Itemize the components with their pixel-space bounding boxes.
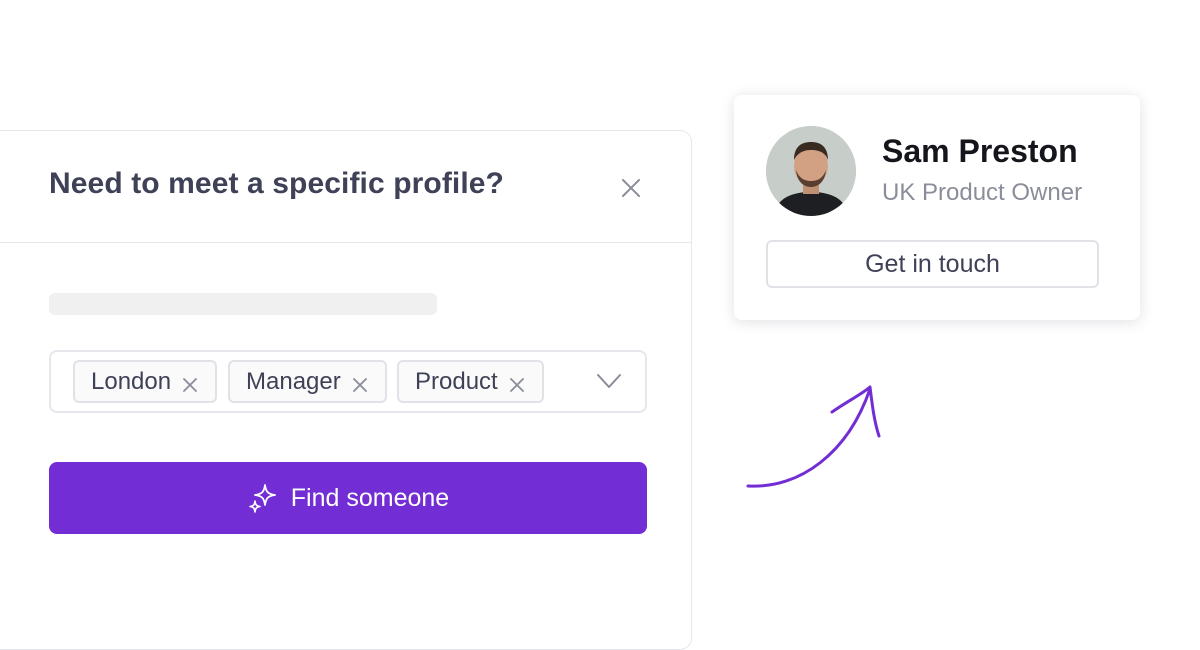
find-button-label: Find someone bbox=[290, 483, 450, 512]
loading-placeholder bbox=[49, 293, 437, 315]
remove-tag-icon[interactable] bbox=[508, 373, 526, 392]
profile-card: Sam Preston UK Product Owner Get in touc… bbox=[734, 95, 1140, 320]
tag-select-input[interactable]: London Manager Product bbox=[49, 350, 647, 413]
tag-label: Manager bbox=[246, 367, 341, 395]
panel-title: Need to meet a specific profile? bbox=[49, 167, 504, 200]
chevron-down-icon[interactable] bbox=[595, 371, 623, 391]
tag-label: London bbox=[91, 367, 172, 395]
find-someone-button[interactable]: Find someone bbox=[49, 462, 647, 534]
curved-arrow-icon bbox=[746, 385, 881, 488]
remove-tag-icon[interactable] bbox=[351, 373, 369, 392]
get-in-touch-button[interactable]: Get in touch bbox=[766, 240, 1099, 288]
close-icon[interactable] bbox=[618, 175, 644, 201]
sparkle-icon bbox=[247, 482, 279, 514]
tag-chip-london: London bbox=[73, 360, 218, 403]
profile-name: Sam Preston bbox=[882, 133, 1078, 169]
remove-tag-icon[interactable] bbox=[181, 373, 199, 392]
panel-header: Need to meet a specific profile? bbox=[0, 131, 691, 243]
profile-role: UK Product Owner bbox=[882, 179, 1083, 206]
avatar bbox=[766, 126, 856, 216]
profile-search-panel: Need to meet a specific profile? London … bbox=[0, 130, 692, 650]
tag-chip-product: Product bbox=[397, 360, 544, 403]
tag-label: Product bbox=[415, 367, 498, 395]
tag-chip-manager: Manager bbox=[228, 360, 387, 403]
